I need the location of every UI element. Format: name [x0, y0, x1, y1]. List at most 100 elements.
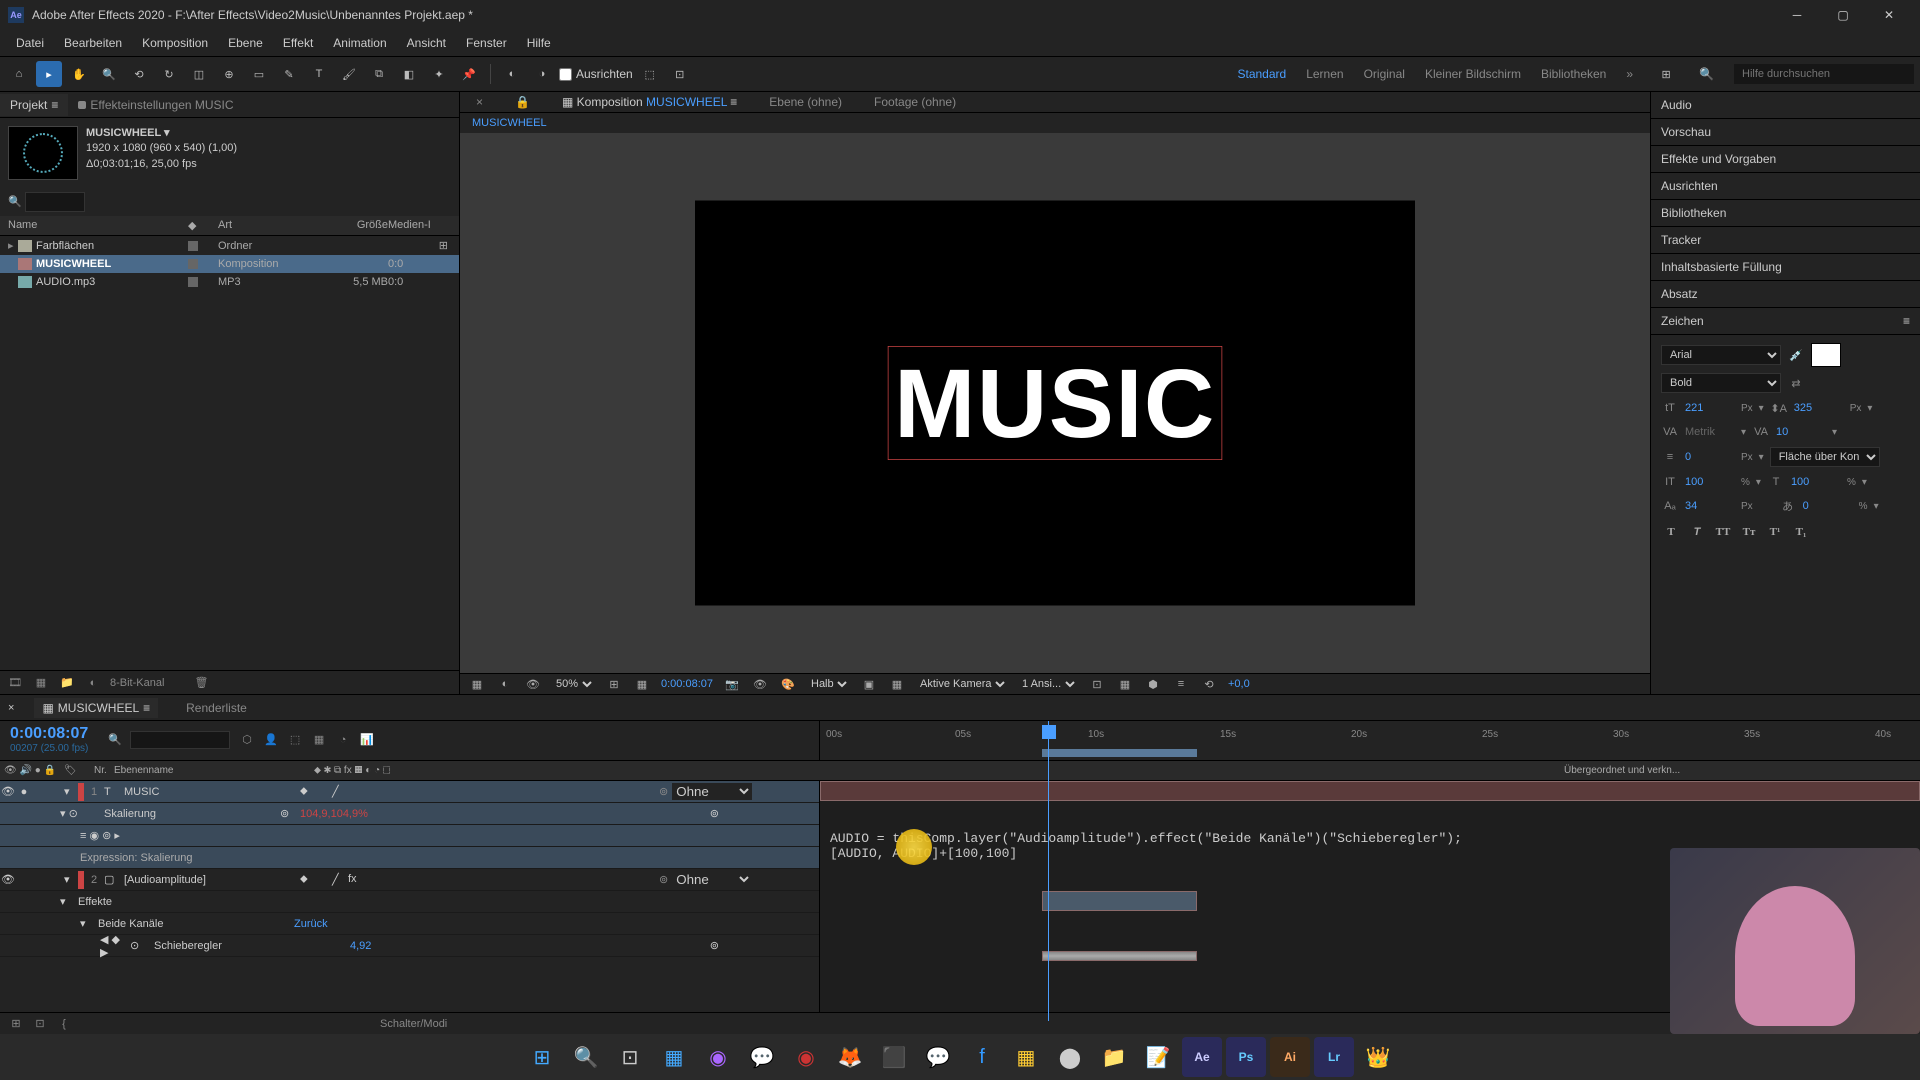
draft3d-icon[interactable]: 👤 — [262, 731, 280, 749]
new-comp-icon[interactable]: ▦ — [32, 674, 50, 692]
resolution-select[interactable]: Halb — [807, 677, 850, 691]
faux-bold-button[interactable]: T — [1661, 523, 1681, 541]
taskbar-whatsapp[interactable]: 💬 — [742, 1037, 782, 1077]
text-tool-icon[interactable]: T — [306, 61, 332, 87]
stroke-option-select[interactable]: Fläche über Kon... — [1770, 447, 1880, 467]
flowchart-icon[interactable]: ⟲ — [1200, 675, 1218, 693]
font-size-value[interactable]: 221 — [1685, 402, 1735, 414]
comp-tab-lock-icon[interactable]: 🔒 — [507, 92, 538, 112]
taskbar-app-5[interactable]: 👑 — [1358, 1037, 1398, 1077]
panel-absatz[interactable]: Absatz — [1651, 281, 1920, 308]
menu-effekt[interactable]: Effekt — [273, 32, 323, 54]
color-mgmt-icon[interactable]: 🎨 — [779, 675, 797, 693]
taskbar-app-4[interactable]: ▦ — [1006, 1037, 1046, 1077]
taskbar-app-1[interactable]: ◉ — [698, 1037, 738, 1077]
menu-ansicht[interactable]: Ansicht — [397, 32, 456, 54]
taskbar-notepad[interactable]: 📝 — [1138, 1037, 1178, 1077]
trash-icon[interactable]: 🗑 — [192, 674, 210, 692]
graph-editor-icon[interactable]: 📊 — [358, 731, 376, 749]
color-depth-label[interactable]: 8-Bit-Kanal — [110, 677, 164, 689]
shy-icon[interactable]: ⬚ — [286, 731, 304, 749]
toggle-modes-icon[interactable]: ⊡ — [32, 1016, 48, 1032]
fast-preview-icon[interactable]: ⊡ — [1088, 675, 1106, 693]
prop-skalierung[interactable]: ▾ ⊙ Skalierung ⊚ 104,9,104,9% ⊚ — [0, 803, 819, 825]
task-view-icon[interactable]: ⊡ — [610, 1037, 650, 1077]
baseline-value[interactable]: 34 — [1685, 500, 1735, 512]
panel-vorschau[interactable]: Vorschau — [1651, 119, 1920, 146]
hscale-value[interactable]: 100 — [1791, 476, 1841, 488]
interpret-footage-icon[interactable]: 🎞 — [6, 674, 24, 692]
scale-value[interactable]: 104,9,104,9% — [300, 808, 368, 820]
project-item-audio[interactable]: AUDIO.mp3 MP3 5,5 MB0:0 — [0, 273, 459, 291]
taskbar-app-3[interactable]: ⬛ — [874, 1037, 914, 1077]
rotate-tool-icon[interactable]: ↻ — [156, 61, 182, 87]
taskbar-ae[interactable]: Ae — [1182, 1037, 1222, 1077]
hand-tool-icon[interactable]: ✋ — [66, 61, 92, 87]
menu-hilfe[interactable]: Hilfe — [517, 32, 561, 54]
snap-more-icon[interactable]: ⊡ — [667, 61, 693, 87]
timeline-close-icon[interactable]: × — [8, 702, 14, 714]
taskbar-obs[interactable]: ⬤ — [1050, 1037, 1090, 1077]
selection-tool-icon[interactable]: ▸ — [36, 61, 62, 87]
camera-select[interactable]: Aktive Kamera — [916, 677, 1008, 691]
shape-fill-icon[interactable]: ◐ — [499, 61, 525, 87]
prop-schieberegler[interactable]: ◀ ◆ ▶ ⊙ Schieberegler 4,92 ⊚ — [0, 935, 819, 957]
eyedropper-icon[interactable]: 💉 — [1787, 346, 1805, 364]
panel-audio[interactable]: Audio — [1651, 92, 1920, 119]
snap-options-icon[interactable]: ⬚ — [637, 61, 663, 87]
subscript-button[interactable]: T₁ — [1791, 523, 1811, 541]
menu-ebene[interactable]: Ebene — [218, 32, 273, 54]
font-family-select[interactable]: Arial — [1661, 345, 1781, 365]
snap-checkbox[interactable]: Ausrichten — [559, 67, 633, 81]
guides-icon[interactable]: ▦ — [633, 675, 651, 693]
taskbar-app-explorer[interactable]: ▦ — [654, 1037, 694, 1077]
puppet-tool-icon[interactable]: 📌 — [456, 61, 482, 87]
orbit-tool-icon[interactable]: ⟲ — [126, 61, 152, 87]
start-button[interactable]: ⊞ — [522, 1037, 562, 1077]
timeline-tab-comp[interactable]: ▦ MUSICWHEEL ≡ — [34, 698, 158, 718]
menu-animation[interactable]: Animation — [323, 32, 396, 54]
project-search-input[interactable] — [25, 192, 85, 212]
zoom-select[interactable]: 50% — [552, 677, 595, 691]
taskbar-messenger[interactable]: 💬 — [918, 1037, 958, 1077]
comp-tab-close-icon[interactable]: × — [468, 92, 491, 112]
comp-breadcrumb[interactable]: MUSICWHEEL — [460, 113, 1650, 133]
renderer-icon[interactable]: ⬢ — [1144, 675, 1162, 693]
3d-icon[interactable]: ▦ — [1116, 675, 1134, 693]
layer-music[interactable]: 👁● ▾ 1 T MUSIC ⬥╱ ⊚ Ohne — [0, 781, 819, 803]
workspace-kleiner[interactable]: Kleiner Bildschirm — [1425, 67, 1521, 81]
menu-fenster[interactable]: Fenster — [456, 32, 517, 54]
clone-tool-icon[interactable]: ⧉ — [366, 61, 392, 87]
composition-viewer[interactable]: MUSIC — [460, 133, 1650, 673]
channel-icon[interactable]: ◐ — [496, 675, 514, 693]
res-icon[interactable]: 👁 — [524, 675, 542, 693]
playhead-icon[interactable] — [1042, 725, 1056, 739]
panel-effekte[interactable]: Effekte und Vorgaben — [1651, 146, 1920, 173]
color-depth-icon[interactable]: ◐ — [84, 674, 102, 692]
taskbar-ps[interactable]: Ps — [1226, 1037, 1266, 1077]
track-bar-music[interactable] — [820, 781, 1920, 801]
taskbar-search-icon[interactable]: 🔍 — [566, 1037, 606, 1077]
timeline-icon[interactable]: ≡ — [1172, 675, 1190, 693]
roi-icon[interactable]: ▣ — [860, 675, 878, 693]
superscript-button[interactable]: T¹ — [1765, 523, 1785, 541]
menu-komposition[interactable]: Komposition — [132, 32, 218, 54]
panel-menu-icon[interactable]: ≡ — [1903, 314, 1910, 328]
viewer-timecode[interactable]: 0:00:08:07 — [661, 678, 713, 690]
pen-tool-icon[interactable]: ✎ — [276, 61, 302, 87]
work-area-bar[interactable] — [1042, 749, 1197, 757]
alpha-icon[interactable]: ▦ — [468, 675, 486, 693]
tracking-value[interactable]: 10 — [1776, 426, 1826, 438]
toggle-switches-icon[interactable]: ⊞ — [8, 1016, 24, 1032]
frame-blend-icon[interactable]: ▦ — [310, 731, 328, 749]
menu-datei[interactable]: Datei — [6, 32, 54, 54]
all-caps-button[interactable]: TT — [1713, 523, 1733, 541]
project-item-musicwheel[interactable]: MUSICWHEEL Komposition 0:0 — [0, 255, 459, 273]
workspace-original[interactable]: Original — [1364, 67, 1405, 81]
taskbar-facebook[interactable]: f — [962, 1037, 1002, 1077]
fill-color-swatch[interactable] — [1811, 343, 1841, 367]
prop-effekte[interactable]: ▾ Effekte — [0, 891, 819, 913]
show-snapshot-icon[interactable]: 👁 — [751, 675, 769, 693]
track-bar-audio[interactable] — [1042, 891, 1197, 911]
tab-project[interactable]: Projekt ≡ — [0, 94, 68, 116]
